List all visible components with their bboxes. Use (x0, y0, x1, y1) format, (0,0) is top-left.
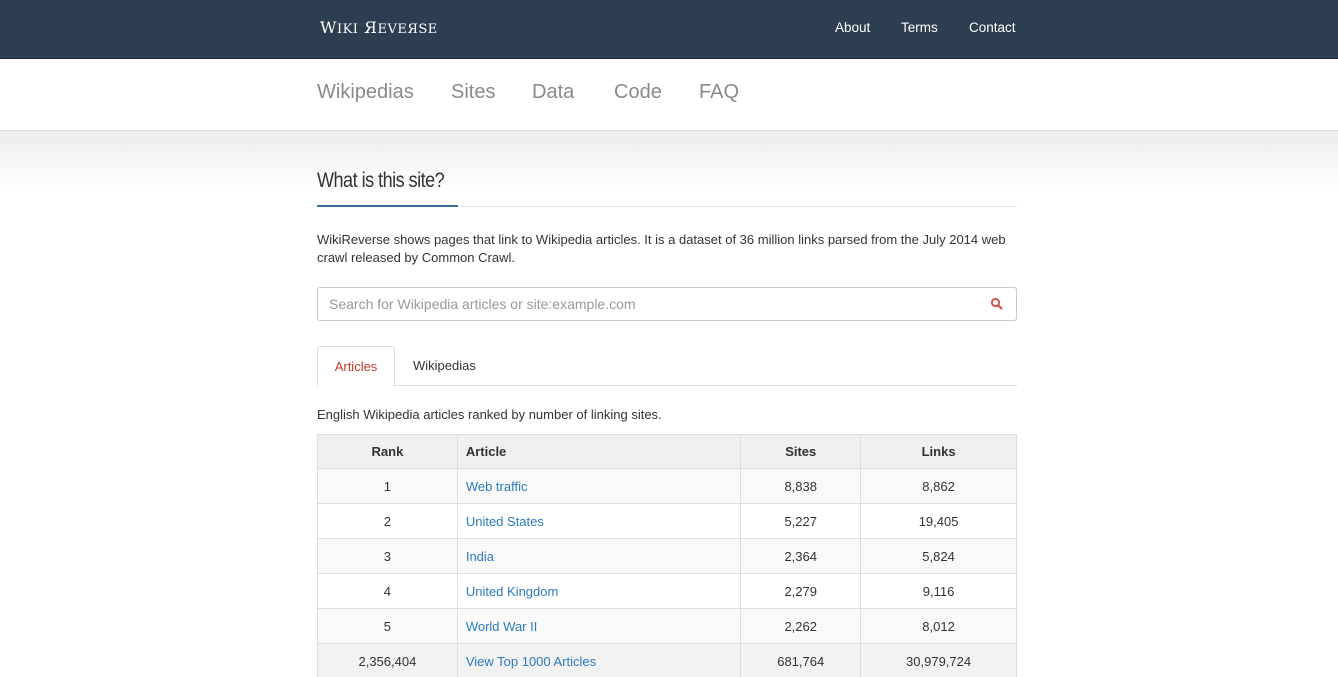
sites-cell: 2,279 (740, 573, 862, 609)
brand-letter-r: Я (364, 18, 378, 37)
sites-cell: 8,838 (740, 468, 862, 504)
column-header-links: Links (860, 434, 1017, 469)
table-caption: English Wikipedia articles ranked by num… (317, 407, 662, 422)
search-input[interactable] (329, 294, 969, 314)
table-total-row: 2,356,404 View Top 1000 Articles 681,764… (317, 643, 1017, 677)
search-icon[interactable] (990, 297, 1004, 311)
nav-terms-link[interactable]: Terms (901, 20, 938, 35)
rank-cell: 5 (317, 608, 458, 644)
nav-about-link[interactable]: About (835, 20, 870, 35)
search-box (317, 287, 1017, 321)
table-row: 3 India 2,364 5,824 (317, 538, 1017, 574)
brand-logo[interactable]: WIKI ЯEVEЯSE (320, 18, 438, 37)
article-link[interactable]: United Kingdom (466, 584, 559, 599)
section-nav-wikipedias[interactable]: Wikipedias (317, 81, 414, 104)
article-cell: World War II (456, 608, 742, 644)
rank-cell: 4 (317, 573, 458, 609)
section-nav-code[interactable]: Code (614, 81, 662, 104)
top-navbar: WIKI ЯEVEЯSE About Terms Contact (0, 0, 1338, 59)
article-link[interactable]: World War II (466, 619, 538, 634)
sites-cell: 2,262 (740, 608, 862, 644)
section-nav-faq[interactable]: FAQ (699, 81, 739, 104)
section-nav-sites[interactable]: Sites (451, 81, 495, 104)
links-cell: 5,824 (860, 538, 1017, 574)
article-cell: United States (456, 503, 742, 539)
column-header-rank: Rank (317, 434, 458, 469)
table-row: 4 United Kingdom 2,279 9,116 (317, 573, 1017, 609)
column-header-article: Article (456, 434, 742, 469)
table-row: 2 United States 5,227 19,405 (317, 503, 1017, 539)
rank-cell: 2 (317, 503, 458, 539)
section-nav: Wikipedias Sites Data Code FAQ (0, 59, 1338, 131)
column-header-sites: Sites (740, 434, 862, 469)
heading-accent-underline (317, 205, 458, 207)
table-row: 1 Web traffic 8,838 8,862 (317, 468, 1017, 504)
view-more-cell: View Top 1000 Articles (456, 643, 742, 677)
brand-letters-everse: EVEЯSE (377, 22, 438, 37)
page-heading: What is this site? (317, 169, 445, 192)
articles-table: Rank Article Sites Links 1 Web traffic 8… (317, 434, 1017, 677)
table-row: 5 World War II 2,262 8,012 (317, 608, 1017, 644)
article-cell: India (456, 538, 742, 574)
article-link[interactable]: United States (466, 514, 544, 529)
total-links-cell: 30,979,724 (860, 643, 1017, 677)
nav-contact-link[interactable]: Contact (969, 20, 1016, 35)
ranking-tabs: Articles Wikipedias (317, 346, 1017, 387)
intro-text: WikiReverse shows pages that link to Wik… (317, 232, 1006, 265)
total-rank-cell: 2,356,404 (317, 643, 458, 677)
header-gradient (0, 131, 1338, 191)
brand-letter-w: W (320, 18, 337, 37)
sites-cell: 5,227 (740, 503, 862, 539)
view-top-articles-link[interactable]: View Top 1000 Articles (466, 654, 596, 669)
article-cell: United Kingdom (456, 573, 742, 609)
table-header-row: Rank Article Sites Links (317, 434, 1017, 469)
tab-articles[interactable]: Articles (317, 346, 395, 387)
rank-cell: 3 (317, 538, 458, 574)
rank-cell: 1 (317, 468, 458, 504)
tab-wikipedias[interactable]: Wikipedias (413, 346, 476, 386)
links-cell: 8,862 (860, 468, 1017, 504)
total-sites-cell: 681,764 (740, 643, 862, 677)
article-link[interactable]: Web traffic (466, 479, 528, 494)
brand-letters-iki: IKI (336, 22, 359, 37)
section-nav-data[interactable]: Data (532, 81, 574, 104)
sites-cell: 2,364 (740, 538, 862, 574)
article-link[interactable]: India (466, 549, 494, 564)
links-cell: 9,116 (860, 573, 1017, 609)
links-cell: 8,012 (860, 608, 1017, 644)
article-cell: Web traffic (456, 468, 742, 504)
links-cell: 19,405 (860, 503, 1017, 539)
